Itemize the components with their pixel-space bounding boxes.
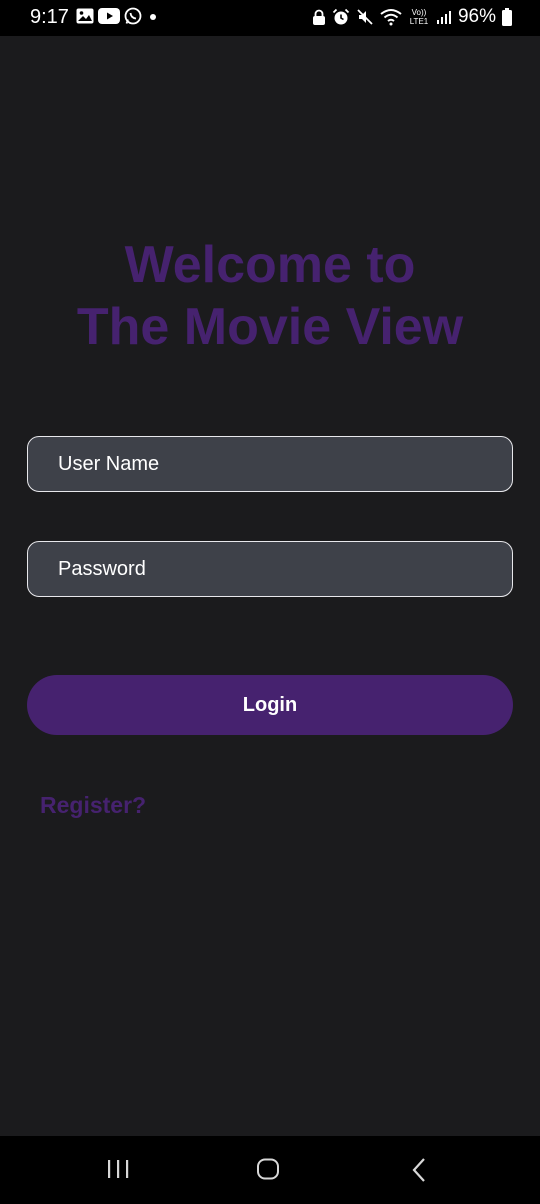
status-time: 9:17 bbox=[30, 6, 69, 28]
dot-icon bbox=[150, 14, 156, 20]
back-icon bbox=[412, 1158, 425, 1182]
gallery-icon bbox=[76, 8, 94, 24]
login-button-label: Login bbox=[242, 693, 298, 716]
login-button[interactable]: Login bbox=[27, 675, 513, 735]
username-placeholder: User Name bbox=[58, 452, 160, 475]
wifi-icon bbox=[380, 9, 402, 26]
username-field[interactable]: User Name bbox=[27, 436, 513, 492]
password-placeholder: Password bbox=[58, 557, 146, 580]
password-field[interactable]: Password bbox=[27, 541, 513, 597]
home-icon bbox=[257, 1158, 279, 1180]
battery-icon bbox=[502, 8, 512, 26]
recents-button[interactable] bbox=[106, 1158, 130, 1185]
status-system-icons: Vo)) LTE1 96% bbox=[312, 6, 512, 28]
volte-label: Vo)) LTE1 bbox=[409, 8, 429, 26]
signal-icon bbox=[436, 11, 451, 24]
recents-icon bbox=[108, 1160, 129, 1178]
status-notification-icons bbox=[76, 7, 160, 25]
navigation-bar bbox=[0, 1136, 540, 1204]
welcome-line-2: The Movie View bbox=[76, 298, 464, 356]
whatsapp-icon bbox=[124, 7, 142, 25]
lock-icon bbox=[312, 9, 325, 25]
youtube-icon bbox=[98, 8, 120, 24]
home-button[interactable] bbox=[256, 1158, 280, 1185]
welcome-heading: Welcome to The Movie View bbox=[0, 234, 540, 358]
mute-icon bbox=[357, 9, 373, 25]
register-link[interactable]: Register? bbox=[40, 792, 146, 819]
welcome-line-1: Welcome to bbox=[124, 236, 416, 294]
battery-percent: 96% bbox=[457, 6, 496, 27]
back-button[interactable] bbox=[410, 1158, 430, 1187]
login-screen: Welcome to The Movie View User Name Pass… bbox=[0, 36, 540, 1136]
alarm-icon bbox=[332, 8, 350, 25]
status-bar: 9:17 Vo)) LTE1 96% bbox=[0, 0, 540, 36]
